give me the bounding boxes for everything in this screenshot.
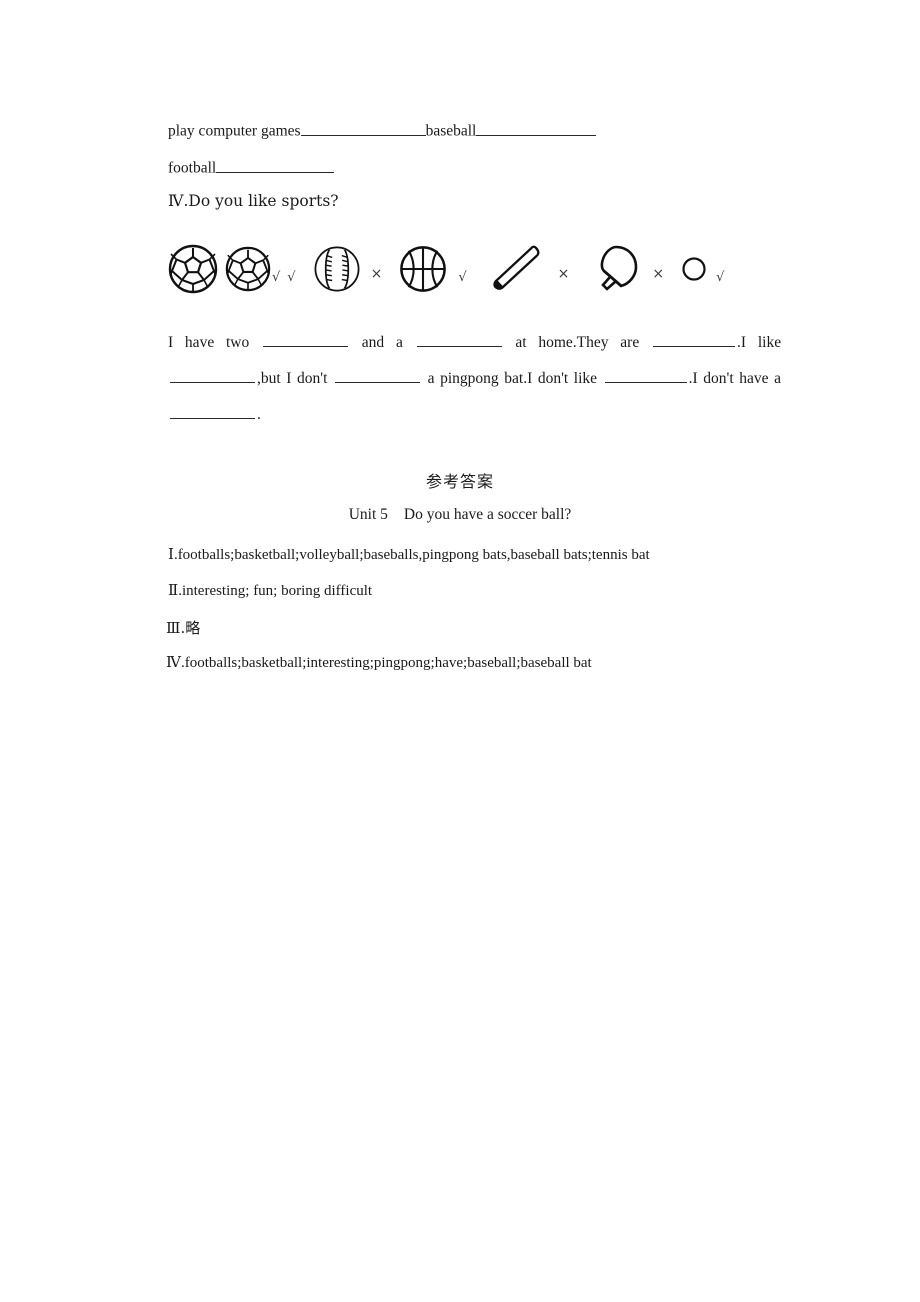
answer-blank[interactable] [300,120,426,136]
sentence-part-3: at home.They are [515,334,640,351]
baseball-icon [313,245,361,293]
soccer-ball-icon [225,246,271,292]
answers-section-title: 参考答案 [425,472,494,491]
label-football: football [168,159,217,177]
sentence-part-6: a pingpong bat.I don't like [427,370,598,387]
soccer-ball-icon [168,244,218,294]
worksheet-page: play computer games baseball football Ⅳ.D… [0,0,920,1302]
unit-question: Do you have a soccer ball? [403,506,572,523]
answer-blank[interactable] [416,331,502,347]
baseball-bat-icon [488,243,544,295]
sentence-part-2: and a [361,334,403,351]
pingpong-ball-icon [681,256,707,282]
answer-item-4: Ⅳ.footballs;basketball;interesting;pingp… [166,653,592,672]
label-baseball: baseball [425,122,477,140]
answer-item-2: Ⅱ.interesting; fun; boring difficult [166,581,372,600]
answer-blank[interactable] [263,331,349,347]
answer-blank[interactable] [170,403,255,419]
sentence-part-5: ,but I don't [257,370,328,387]
answer-item-3: Ⅲ.略 [166,617,200,638]
sentence-part-8: . [257,406,261,423]
answer-number: Ⅰ [168,545,174,563]
answer-number: Ⅲ [166,619,181,637]
basketball-icon-cell: √ [399,245,467,293]
answer-blank[interactable] [604,367,687,383]
sports-icon-row: √ √ × √ × × √ [168,238,725,300]
answer-text: .略 [180,619,201,637]
exercise-line-computer-games: play computer games baseball [168,120,597,140]
cross-mark-icon: × [652,266,665,282]
check-mark-icon: √ [272,269,281,285]
soccer-ball-icon-cell-2: √ √ [225,246,297,292]
check-mark-icon: √ [287,269,296,285]
unit-number: Unit 5 [348,506,388,523]
answer-number: Ⅱ [168,581,179,599]
cross-mark-icon: × [370,266,383,282]
pingpong-bat-icon [590,243,642,295]
check-mark-icon: √ [716,269,725,285]
baseball-icon-cell: × [313,245,384,293]
answer-blank[interactable] [170,367,255,383]
exercise-4-sentence: I have two and a at home.They are .I lik… [168,325,781,433]
answer-blank[interactable] [653,331,736,347]
sentence-part-1: I have two [168,334,250,351]
exercise-4-heading: Ⅳ.Do you like sports? [168,192,339,210]
check-mark-icon: √ [458,269,467,285]
basketball-icon [399,245,447,293]
pingpong-bat-icon-cell: × [590,243,665,295]
answer-text: .footballs;basketball;interesting;pingpo… [181,655,592,671]
answer-item-1: Ⅰ.footballs;basketball;volleyball;baseba… [166,545,650,564]
answer-text: .footballs;basketball;volleyball;basebal… [173,547,650,563]
answer-blank[interactable] [335,367,421,383]
cross-mark-icon: × [557,266,570,282]
soccer-ball-icon-cell [168,244,218,294]
sentence-part-7: .I don't have a [688,370,781,387]
baseball-bat-icon-cell: × [488,243,571,295]
answer-blank[interactable] [216,157,335,173]
exercise-line-football: football [168,157,335,177]
answer-blank[interactable] [476,120,597,136]
pingpong-ball-icon-cell: √ [681,256,725,285]
answer-number: Ⅳ [166,653,181,671]
label-play-computer-games: play computer games [168,122,301,140]
answers-unit-heading: Unit 5 Do you have a soccer ball? [0,506,920,524]
sentence-part-4: .I like [737,334,782,351]
answer-text: .interesting; fun; boring difficult [178,583,373,599]
